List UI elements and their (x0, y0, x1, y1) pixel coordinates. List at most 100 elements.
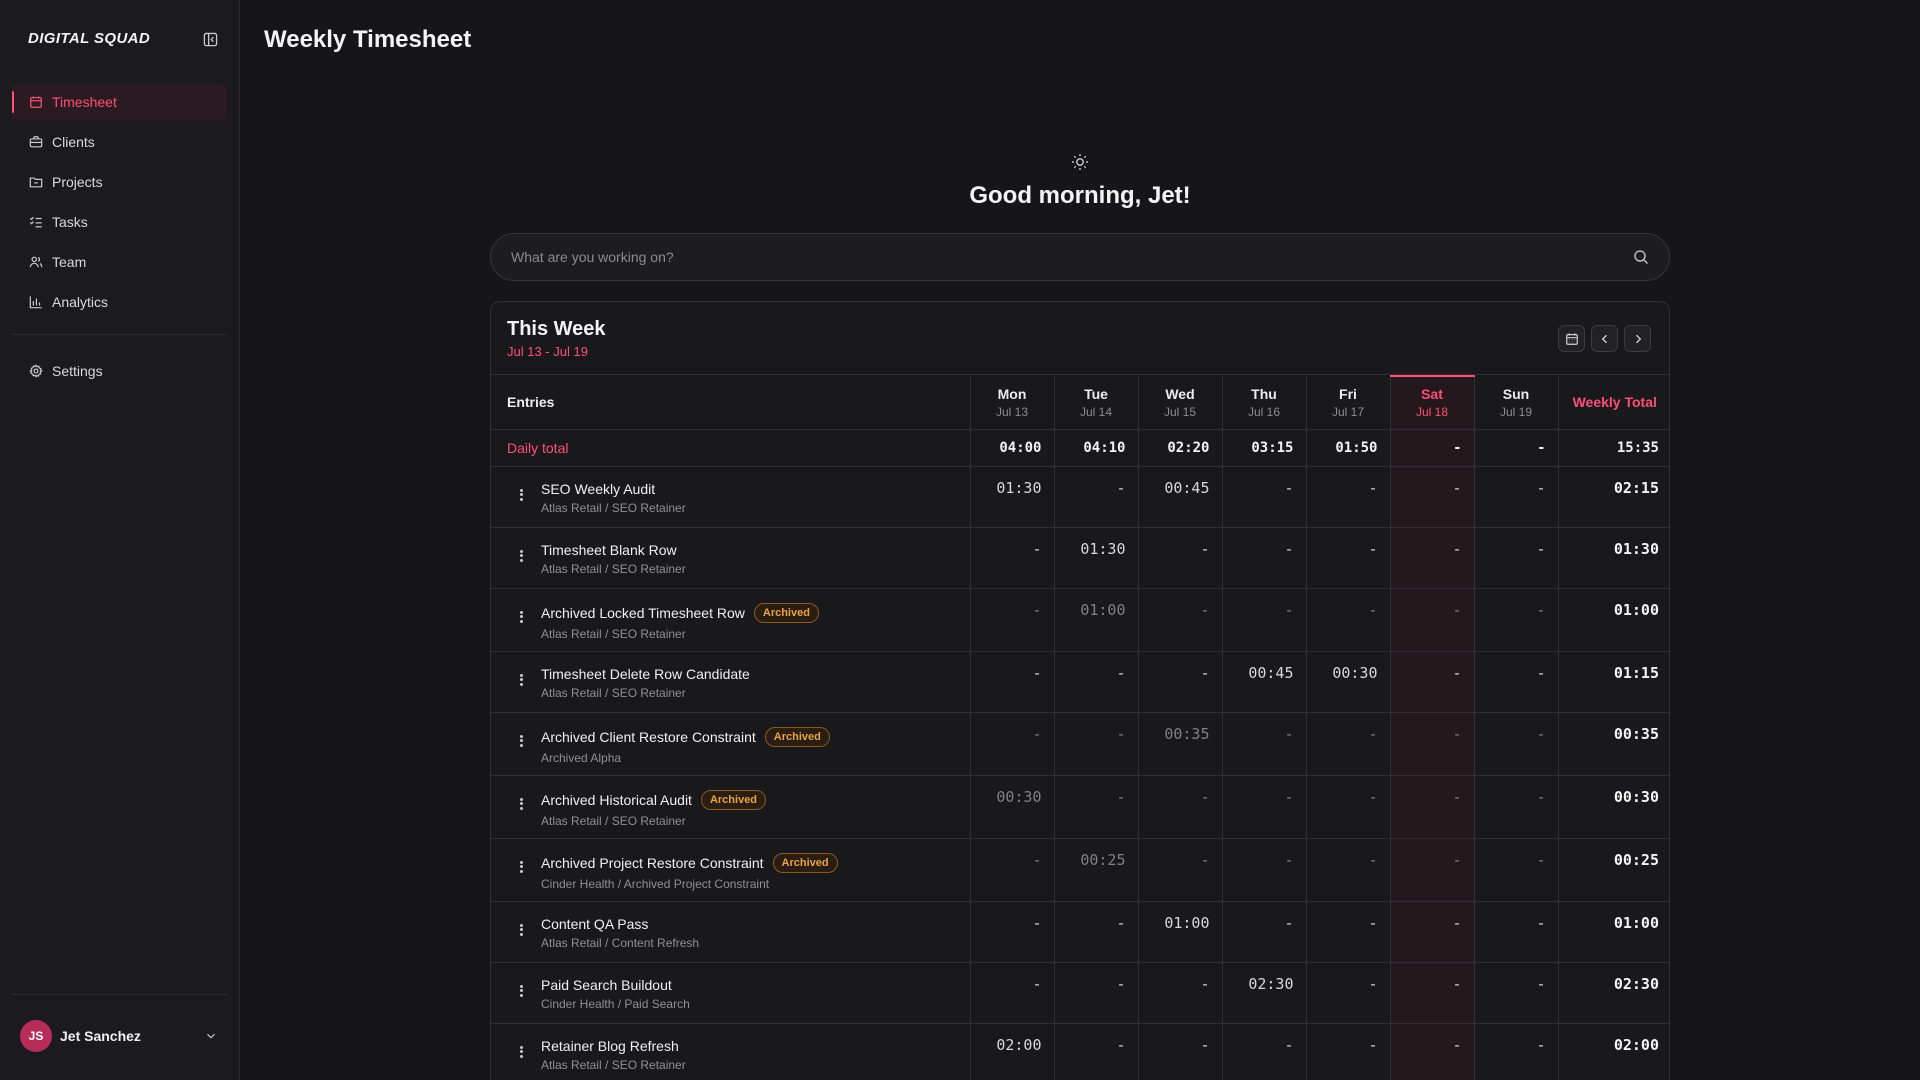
time-cell-thu[interactable]: 02:30 (1222, 962, 1307, 1024)
day-date: Jul 14 (1079, 404, 1113, 419)
row-menu-icon[interactable] (517, 548, 525, 564)
chevron-right-icon (1635, 334, 1641, 343)
week-range: Jul 13 - Jul 19 (507, 344, 588, 359)
time-cell-sun[interactable]: - (1474, 527, 1559, 589)
time-cell-fri[interactable]: - (1306, 962, 1391, 1024)
row-menu-icon[interactable] (517, 859, 525, 875)
time-cell-tue[interactable]: - (1054, 901, 1139, 963)
time-cell-sun: - (1474, 712, 1559, 776)
time-cell-sun[interactable]: - (1474, 651, 1559, 713)
sidebar-item-projects[interactable]: Projects (12, 164, 227, 200)
time-cell-sat[interactable]: - (1390, 651, 1475, 713)
sidebar-item-clients[interactable]: Clients (12, 124, 227, 160)
entry-title-line: Archived Project Restore Constraint Archi… (541, 852, 970, 873)
time-cell-sun[interactable]: - (1474, 901, 1559, 963)
row-menu-icon[interactable] (517, 487, 525, 503)
previous-week-button[interactable] (1591, 325, 1618, 352)
day-column-header-sat: Sat Jul 18 (1390, 375, 1475, 430)
timesheet-table: Entries Mon Jul 13 Tue Jul 14 Wed Jul 15 Thu Ju… (491, 375, 1669, 1080)
sidebar-item-label: Timesheet (52, 94, 117, 110)
sidebar-item-timesheet[interactable]: Timesheet (12, 84, 227, 120)
time-cell-fri[interactable]: - (1306, 527, 1391, 589)
time-cell-mon[interactable]: 02:00 (970, 1023, 1055, 1080)
time-cell-fri[interactable]: - (1306, 901, 1391, 963)
time-cell-tue[interactable]: - (1054, 466, 1139, 528)
row-menu-icon[interactable] (517, 983, 525, 999)
week-card: This Week Jul 13 - Jul 19 Entries Mon Jul… (490, 301, 1670, 1080)
daily-total-value: 04:10 (1054, 429, 1139, 467)
time-cell-tue[interactable]: - (1054, 962, 1139, 1024)
time-cell-fri[interactable]: - (1306, 1023, 1391, 1080)
time-cell-sun[interactable]: - (1474, 466, 1559, 528)
row-menu-icon[interactable] (517, 1044, 525, 1060)
time-cell-sat[interactable]: - (1390, 962, 1475, 1024)
time-cell-mon[interactable]: - (970, 962, 1055, 1024)
time-cell-fri: - (1306, 588, 1391, 652)
entry-name: Timesheet Delete Row Candidate (541, 665, 750, 682)
entry-client-project: Atlas Retail / SEO Retainer (541, 500, 686, 515)
time-cell-sat[interactable]: - (1390, 901, 1475, 963)
day-date: Jul 18 (1415, 405, 1449, 420)
time-cell-sat[interactable]: - (1390, 1023, 1475, 1080)
time-cell-thu[interactable]: - (1222, 466, 1307, 528)
row-menu-icon[interactable] (517, 733, 525, 749)
entry-client-project: Atlas Retail / Content Refresh (541, 935, 700, 950)
time-cell-tue[interactable]: - (1054, 651, 1139, 713)
sidebar-collapse-button[interactable] (202, 31, 218, 47)
search-input[interactable] (511, 249, 1633, 265)
entry-name: Content QA Pass (541, 915, 649, 932)
time-cell-tue[interactable]: 01:30 (1054, 527, 1139, 589)
row-menu-icon[interactable] (517, 672, 525, 688)
time-cell-mon[interactable]: - (970, 651, 1055, 713)
time-cell-sat: - (1390, 588, 1475, 652)
daily-total-value: - (1474, 429, 1559, 467)
sidebar-item-settings[interactable]: Settings (12, 353, 227, 389)
day-date: Jul 13 (995, 404, 1029, 419)
time-cell-sat[interactable]: - (1390, 527, 1475, 589)
entry-title-line: Content QA Pass (541, 916, 970, 932)
row-menu-icon[interactable] (517, 796, 525, 812)
time-cell-thu[interactable]: 00:45 (1222, 651, 1307, 713)
time-cell-wed[interactable]: - (1138, 527, 1223, 589)
time-cell-sun[interactable]: - (1474, 962, 1559, 1024)
time-cell-thu[interactable]: - (1222, 527, 1307, 589)
entry-weekly-total: 00:25 (1558, 838, 1669, 902)
time-cell-tue[interactable]: - (1054, 1023, 1139, 1080)
daily-total-value: - (1390, 429, 1475, 467)
gear-icon (28, 363, 44, 379)
time-cell-thu[interactable]: - (1222, 901, 1307, 963)
calendar-picker-button[interactable] (1558, 325, 1585, 352)
time-cell-sat[interactable]: - (1390, 466, 1475, 528)
time-cell-wed[interactable]: - (1138, 651, 1223, 713)
archived-badge: Archived (753, 602, 819, 623)
entry-name: Retainer Blog Refresh (541, 1037, 679, 1054)
entry-weekly-total: 01:15 (1558, 651, 1669, 713)
calendar-icon (1565, 332, 1578, 345)
time-cell-mon[interactable]: 01:30 (970, 466, 1055, 528)
daily-total-value: 01:50 (1306, 429, 1391, 467)
next-week-button[interactable] (1624, 325, 1651, 352)
time-cell-fri[interactable]: - (1306, 466, 1391, 528)
time-cell-mon[interactable]: - (970, 527, 1055, 589)
time-cell-thu[interactable]: - (1222, 1023, 1307, 1080)
sidebar-item-team[interactable]: Team (12, 244, 227, 280)
search-icon[interactable] (1633, 249, 1649, 265)
time-cell-thu: - (1222, 588, 1307, 652)
sidebar-item-tasks[interactable]: Tasks (12, 204, 227, 240)
time-cell-mon[interactable]: - (970, 901, 1055, 963)
time-cell-wed[interactable]: 01:00 (1138, 901, 1223, 963)
sidebar-item-analytics[interactable]: Analytics (12, 284, 227, 320)
entry-weekly-total: 01:00 (1558, 588, 1669, 652)
time-cell-sun[interactable]: - (1474, 1023, 1559, 1080)
row-menu-icon[interactable] (517, 609, 525, 625)
time-cell-wed[interactable]: - (1138, 1023, 1223, 1080)
user-menu[interactable]: JS Jet Sanchez (20, 1020, 218, 1052)
brand-logo: DIGITAL SQUAD (28, 30, 151, 47)
time-cell-wed[interactable]: 00:45 (1138, 466, 1223, 528)
time-cell-wed[interactable]: - (1138, 962, 1223, 1024)
time-cell-fri[interactable]: 00:30 (1306, 651, 1391, 713)
day-name: Fri (1339, 385, 1357, 402)
time-cell-sat: - (1390, 838, 1475, 902)
table-row: Timesheet Delete Row Candidate Atlas Reta… (491, 651, 1669, 713)
row-menu-icon[interactable] (517, 922, 525, 938)
